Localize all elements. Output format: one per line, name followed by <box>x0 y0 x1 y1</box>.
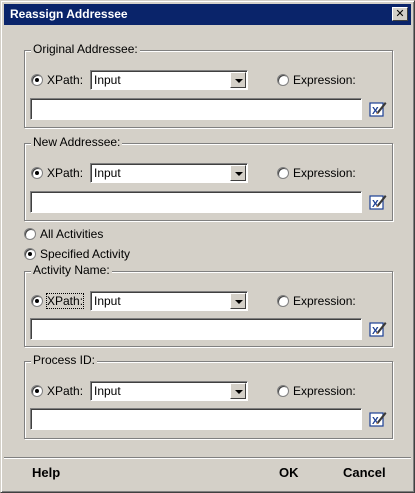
original-addressee-input[interactable] <box>30 98 362 120</box>
chevron-down-icon[interactable] <box>230 293 246 309</box>
new-addressee-expression-radio[interactable] <box>277 167 289 179</box>
process-id-group: Process ID: XPath: Input Expression: X <box>24 353 393 439</box>
activity-name-source-row: XPath: Input Expression: <box>25 290 392 312</box>
original-addressee-expression-label[interactable]: Expression: <box>293 73 356 87</box>
original-addressee-xpath-combo[interactable]: Input <box>90 70 248 90</box>
dialog-button-bar: Help OK Cancel <box>4 457 411 487</box>
chevron-down-icon[interactable] <box>230 72 246 88</box>
title-bar: Reassign Addressee ✕ <box>4 4 411 25</box>
activity-name-group: Activity Name: XPath: Input Expression: … <box>24 263 393 347</box>
cancel-button[interactable]: Cancel <box>343 465 386 480</box>
new-addressee-legend: New Addressee: <box>31 135 123 149</box>
close-button[interactable]: ✕ <box>392 7 408 21</box>
new-addressee-combo-value: Input <box>94 166 121 180</box>
activity-name-expression-radio[interactable] <box>277 295 289 307</box>
original-addressee-legend: Original Addressee: <box>31 42 140 56</box>
edit-expression-icon[interactable]: X <box>369 410 387 428</box>
activity-name-xpath-label[interactable]: XPath: <box>45 293 85 309</box>
original-addressee-combo-value: Input <box>94 73 121 87</box>
help-button[interactable]: Help <box>32 465 60 480</box>
edit-expression-icon[interactable]: X <box>369 100 387 118</box>
activity-name-expression-label[interactable]: Expression: <box>293 294 356 308</box>
reassign-addressee-dialog: Reassign Addressee ✕ Original Addressee:… <box>0 0 415 493</box>
process-id-xpath-label[interactable]: XPath: <box>47 384 83 398</box>
specified-activity-radio[interactable] <box>24 248 36 260</box>
process-id-input[interactable] <box>30 408 362 430</box>
process-id-source-row: XPath: Input Expression: <box>25 380 392 402</box>
activity-name-input[interactable] <box>30 318 362 340</box>
new-addressee-input[interactable] <box>30 191 362 213</box>
new-addressee-xpath-label[interactable]: XPath: <box>47 166 83 180</box>
activity-name-combo-value: Input <box>94 294 121 308</box>
original-addressee-source-row: XPath: Input Expression: <box>25 69 392 91</box>
chevron-down-icon[interactable] <box>230 165 246 181</box>
dialog-title: Reassign Addressee <box>10 7 128 21</box>
close-icon: ✕ <box>395 7 405 20</box>
specified-activity-label[interactable]: Specified Activity <box>40 247 130 261</box>
new-addressee-expression-label[interactable]: Expression: <box>293 166 356 180</box>
new-addressee-source-row: XPath: Input Expression: <box>25 162 392 184</box>
process-id-xpath-combo[interactable]: Input <box>90 381 248 401</box>
activity-name-xpath-combo[interactable]: Input <box>90 291 248 311</box>
activity-name-legend: Activity Name: <box>31 263 112 277</box>
process-id-expression-radio[interactable] <box>277 385 289 397</box>
all-activities-radio[interactable] <box>24 228 36 240</box>
original-addressee-expression-radio[interactable] <box>277 74 289 86</box>
original-addressee-group: Original Addressee: XPath: Input Express… <box>24 42 393 128</box>
new-addressee-xpath-radio[interactable] <box>31 167 43 179</box>
process-id-legend: Process ID: <box>31 353 98 367</box>
all-activities-label[interactable]: All Activities <box>40 227 103 241</box>
edit-expression-icon[interactable]: X <box>369 193 387 211</box>
activity-name-xpath-radio[interactable] <box>31 295 43 307</box>
original-addressee-xpath-label[interactable]: XPath: <box>47 73 83 87</box>
edit-expression-icon[interactable]: X <box>369 320 387 338</box>
process-id-expression-label[interactable]: Expression: <box>293 384 356 398</box>
chevron-down-icon[interactable] <box>230 383 246 399</box>
new-addressee-group: New Addressee: XPath: Input Expression: … <box>24 135 393 221</box>
original-addressee-xpath-radio[interactable] <box>31 74 43 86</box>
process-id-xpath-radio[interactable] <box>31 385 43 397</box>
ok-button[interactable]: OK <box>279 465 299 480</box>
new-addressee-xpath-combo[interactable]: Input <box>90 163 248 183</box>
process-id-combo-value: Input <box>94 384 121 398</box>
